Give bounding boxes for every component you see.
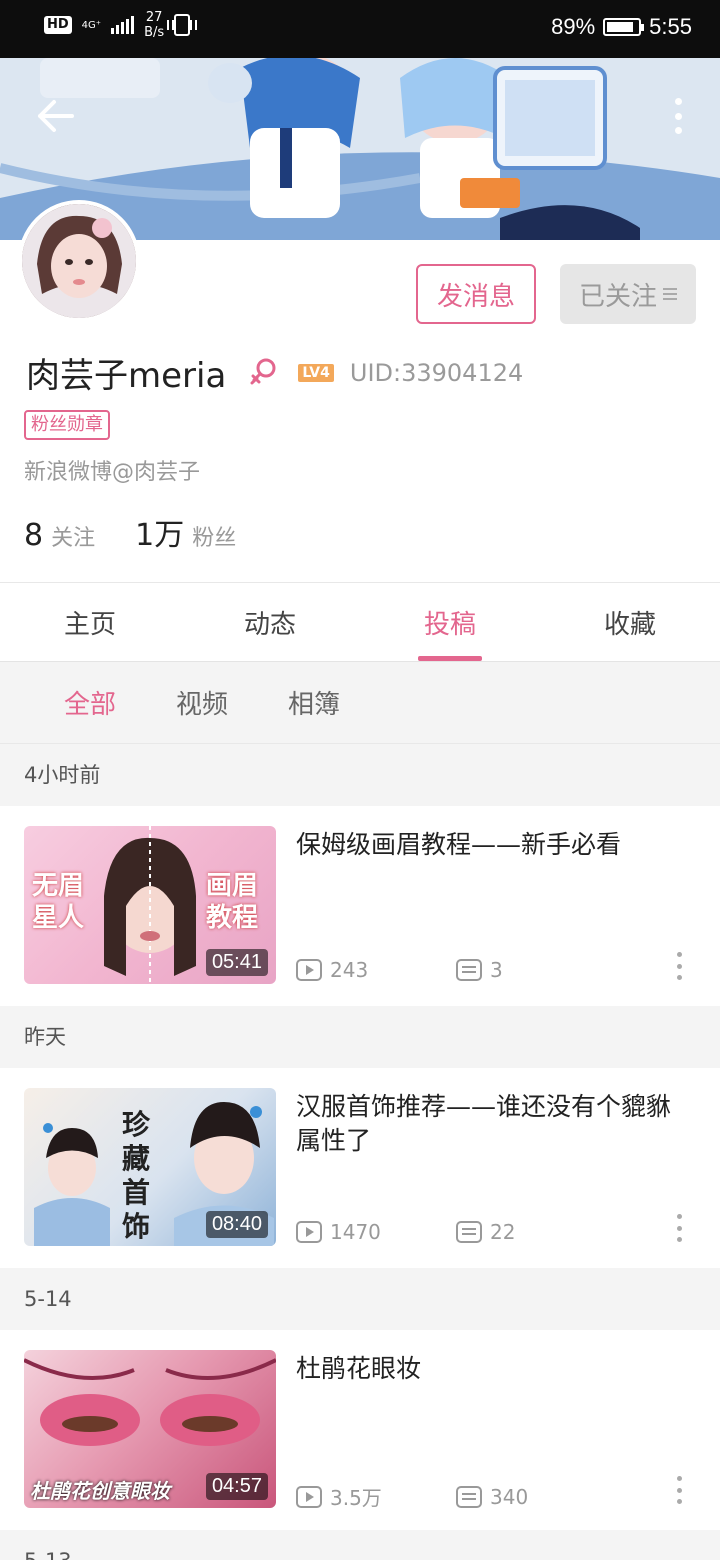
following-label[interactable]: 关注 <box>51 520 95 552</box>
subtab-albums[interactable]: 相簿 <box>288 684 340 721</box>
female-icon <box>250 358 276 384</box>
avatar-photo <box>22 204 136 318</box>
more-options-icon[interactable] <box>674 98 682 134</box>
comment-icon <box>456 1221 482 1243</box>
video-more-icon[interactable] <box>676 1476 682 1504</box>
vibrate-icon <box>167 14 198 36</box>
play-count-icon <box>296 1221 322 1243</box>
tab-favorites[interactable]: 收藏 <box>540 583 720 661</box>
following-button-label: 已关注 <box>578 281 657 312</box>
comment-icon <box>456 1485 482 1508</box>
play-count-icon <box>296 1485 322 1508</box>
video-item[interactable]: 无眉星人 画眉教程 05:41 保姆级画眉教程——新手必看 243 3 <box>0 806 720 1006</box>
view-count: 3.5万 <box>330 1486 382 1510</box>
video-meta: 243 3 <box>296 958 503 982</box>
speed-value: 27 <box>145 10 163 25</box>
video-comments: 3 <box>456 958 503 982</box>
submission-filter-tabs: 全部 视频 相簿 <box>0 662 720 744</box>
comment-icon <box>456 959 482 981</box>
subtab-videos[interactable]: 视频 <box>176 684 228 721</box>
name-row: 肉芸子meria LV4 UID:33904124 <box>26 348 523 397</box>
status-left: HD 4G⁺ 27 B/s <box>44 10 198 40</box>
view-count: 243 <box>330 958 369 982</box>
view-count: 1470 <box>330 1220 381 1244</box>
profile-tabs: 主页 动态 投稿 收藏 <box>0 582 720 662</box>
battery-percent: 89% <box>551 14 596 39</box>
comment-count: 340 <box>490 1484 529 1509</box>
send-message-button[interactable]: 发消息 <box>416 264 536 324</box>
thumbnail-caption-left: 无眉星人 <box>32 871 85 933</box>
video-item[interactable]: 杜鹃花创意眼妆 04:57 杜鹃花眼妆 3.5万 340 <box>0 1330 720 1530</box>
tab-submissions[interactable]: 投稿 <box>360 583 540 661</box>
video-comments: 22 <box>456 1220 515 1244</box>
comment-count: 3 <box>490 958 503 982</box>
followers-label[interactable]: 粉丝 <box>192 520 236 552</box>
hd-icon: HD <box>44 16 72 34</box>
speed-unit: B/s <box>144 25 165 40</box>
signal-icon <box>111 16 135 34</box>
video-views: 1470 <box>296 1220 456 1244</box>
video-title[interactable]: 汉服首饰推荐——谁还没有个貔貅属性了 <box>296 1090 688 1158</box>
battery-icon <box>603 18 645 36</box>
video-title[interactable]: 保姆级画眉教程——新手必看 <box>296 828 688 862</box>
date-header: 5-14 <box>0 1268 720 1330</box>
tab-home[interactable]: 主页 <box>0 583 180 661</box>
profile-section: 发消息 已关注 肉芸子meria LV4 UID:33904124 粉丝勋章 新… <box>0 200 720 582</box>
user-uid: UID:33904124 <box>349 358 524 387</box>
subtab-all[interactable]: 全部 <box>64 684 116 721</box>
followers-count[interactable]: 1万 <box>135 510 184 554</box>
user-name: 肉芸子meria <box>26 356 227 396</box>
video-duration: 04:57 <box>205 1473 268 1500</box>
date-header: 4小时前 <box>0 744 720 806</box>
user-stats: 8 关注 1万 粉丝 <box>24 510 276 554</box>
video-thumbnail[interactable]: 杜鹃花创意眼妆 04:57 <box>24 1350 276 1508</box>
date-header: 昨天 <box>0 1006 720 1068</box>
video-thumbnail[interactable]: 无眉星人 画眉教程 05:41 <box>24 826 276 984</box>
video-comments: 340 <box>456 1485 528 1509</box>
thumbnail-caption: 珍藏首饰 <box>122 1108 151 1243</box>
date-header: 5-13 <box>0 1530 720 1560</box>
video-more-icon[interactable] <box>676 1214 682 1242</box>
clock: 5:55 <box>649 14 692 39</box>
video-more-icon[interactable] <box>676 952 682 980</box>
menu-icon <box>663 288 677 300</box>
following-button[interactable]: 已关注 <box>560 264 696 324</box>
video-duration: 05:41 <box>205 949 268 976</box>
level-badge: LV4 <box>298 363 334 382</box>
network-type: 4G⁺ <box>81 19 102 31</box>
status-bar: HD 4G⁺ 27 B/s 89% 5:55 <box>0 0 720 58</box>
user-bio: 新浪微博@肉芸子 <box>24 460 201 485</box>
thumbnail-caption: 杜鹃花创意眼妆 <box>30 1479 170 1503</box>
avatar[interactable] <box>18 200 140 322</box>
following-count[interactable]: 8 <box>24 518 43 553</box>
fan-medal-badge[interactable]: 粉丝勋章 <box>24 410 110 440</box>
video-duration: 08:40 <box>205 1211 268 1238</box>
play-count-icon <box>296 959 322 981</box>
video-thumbnail[interactable]: 珍藏首饰 08:40 <box>24 1088 276 1246</box>
status-right: 89% 5:55 <box>551 14 692 40</box>
video-views: 3.5万 <box>296 1482 456 1511</box>
video-item[interactable]: 珍藏首饰 08:40 汉服首饰推荐——谁还没有个貔貅属性了 1470 22 <box>0 1068 720 1268</box>
video-meta: 1470 22 <box>296 1220 515 1244</box>
back-arrow-icon[interactable] <box>36 98 76 134</box>
video-feed: 4小时前 无眉星人 画眉教程 05:41 保姆级画眉教程——新手必看 243 3 <box>0 744 720 1560</box>
thumbnail-caption-right: 画眉教程 <box>206 871 259 933</box>
video-views: 243 <box>296 958 456 982</box>
video-meta: 3.5万 340 <box>296 1482 528 1511</box>
comment-count: 22 <box>490 1220 516 1244</box>
tab-dynamics[interactable]: 动态 <box>180 583 360 661</box>
network-speed: 27 B/s <box>144 10 164 40</box>
video-title[interactable]: 杜鹃花眼妆 <box>296 1352 688 1386</box>
